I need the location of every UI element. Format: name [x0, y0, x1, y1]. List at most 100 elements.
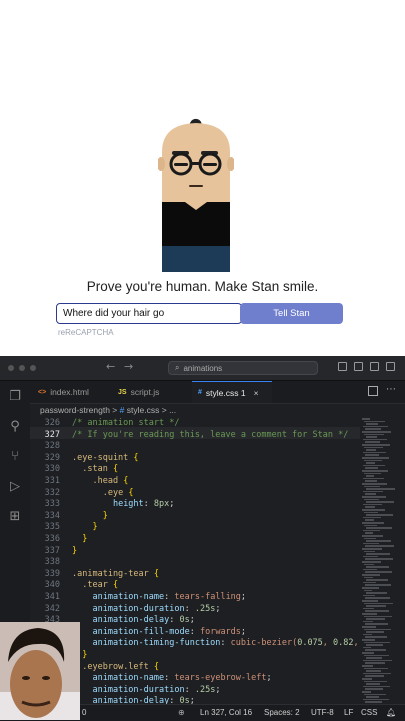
code-line[interactable]: 342 animation-duration: .25s;	[30, 604, 360, 616]
source-control-icon[interactable]: ⑂	[7, 449, 23, 465]
minimize-window-icon[interactable]	[19, 365, 25, 371]
minimap-line	[365, 571, 392, 573]
code-line[interactable]: 327 /* If you're reading this, leave a co…	[30, 430, 360, 442]
line-number: 342	[44, 603, 60, 614]
code-text: }	[92, 522, 98, 533]
code-line[interactable]: 340 .tear {	[30, 580, 360, 592]
language-mode[interactable]: CSS	[361, 708, 377, 717]
problems-count[interactable]: 0	[82, 708, 86, 717]
minimap-line	[362, 418, 370, 420]
minimap-line	[363, 594, 375, 597]
breadcrumb-more[interactable]: ...	[169, 405, 176, 415]
css-file-icon: #	[198, 389, 202, 396]
breadcrumb-file[interactable]: style.css	[127, 405, 160, 415]
back-arrow-icon[interactable]: ←	[106, 360, 115, 373]
minimap-line	[365, 545, 394, 547]
breadcrumb-folder[interactable]: password-strength	[40, 405, 110, 415]
tell-stan-button[interactable]: Tell Stan	[240, 303, 343, 324]
minimap-line	[366, 514, 393, 516]
code-line[interactable]: 331 .head {	[30, 476, 360, 488]
command-center-search[interactable]: ⌕ animations	[168, 361, 318, 375]
search-icon[interactable]: ⚲	[7, 419, 23, 435]
code-text: }	[82, 534, 88, 544]
code-line[interactable]: 326 /* animation start */	[30, 418, 360, 430]
customize-layout-icon[interactable]	[386, 362, 395, 371]
minimap-line	[364, 628, 391, 631]
code-text: animation-fill-mode: forwards;	[92, 626, 247, 637]
minimap-line	[366, 644, 383, 646]
minimap-line	[363, 529, 380, 532]
minimap-line	[365, 584, 391, 586]
line-ending[interactable]: LF	[344, 708, 353, 717]
more-actions-icon[interactable]: ⋯	[386, 384, 396, 395]
minimap-line	[364, 485, 380, 488]
code-line[interactable]: 328	[30, 441, 360, 453]
minimap-line	[365, 701, 382, 703]
code-line[interactable]: 337}	[30, 546, 360, 558]
tab-label: script.js	[130, 387, 160, 397]
maximize-window-icon[interactable]	[30, 365, 36, 371]
minimap-line	[366, 657, 382, 659]
minimap-line	[363, 542, 379, 545]
code-line[interactable]: 335 }	[30, 522, 360, 534]
line-number: 338	[44, 557, 60, 568]
tab-index-html[interactable]: <> index.html	[32, 381, 110, 403]
minimap-line	[362, 678, 372, 680]
minimap-line	[364, 459, 382, 462]
minimap-line	[362, 639, 375, 641]
code-line[interactable]: 338	[30, 557, 360, 569]
indentation[interactable]: Spaces: 2	[264, 708, 300, 717]
minimap[interactable]	[362, 418, 400, 708]
minimap-line	[362, 613, 377, 615]
minimap-line	[366, 670, 381, 672]
extensions-icon[interactable]: ⊞	[7, 509, 23, 525]
forward-arrow-icon[interactable]: →	[124, 360, 133, 373]
tab-script-js[interactable]: JS script.js	[112, 381, 190, 403]
tab-label: index.html	[50, 387, 89, 397]
split-editor-icon[interactable]	[368, 386, 378, 396]
title-bar: ← → ⌕ animations	[0, 356, 405, 381]
tab-style-css[interactable]: # style.css 1 ×	[192, 381, 272, 403]
code-text: .tear {	[82, 580, 119, 591]
close-window-icon[interactable]	[8, 365, 14, 371]
minimap-line	[365, 506, 375, 508]
line-number: 329	[44, 452, 60, 463]
code-line[interactable]: 336 }	[30, 534, 360, 546]
line-number: 332	[44, 487, 60, 498]
minimap-line	[364, 433, 384, 436]
minimap-line	[363, 555, 378, 558]
close-tab-icon[interactable]: ×	[254, 388, 259, 398]
minimap-line	[363, 607, 374, 610]
code-line[interactable]: 341 animation-name: tears-falling;	[30, 592, 360, 604]
code-line[interactable]: 332 .eye {	[30, 488, 360, 500]
captcha-answer-input[interactable]	[56, 303, 242, 324]
run-debug-icon[interactable]: ▷	[7, 479, 23, 495]
code-line[interactable]: 330 .stan {	[30, 464, 360, 476]
command-center-text: animations	[183, 363, 223, 373]
encoding[interactable]: UTF-8	[311, 708, 334, 717]
code-line[interactable]: 333 height: 8px;	[30, 499, 360, 511]
minimap-line	[364, 693, 386, 696]
code-line[interactable]: 329 .eye-squint {	[30, 453, 360, 465]
toggle-sidebar-icon[interactable]	[338, 362, 347, 371]
minimap-line	[364, 446, 383, 449]
minimap-line	[365, 519, 374, 521]
explorer-icon[interactable]: ❐	[7, 389, 23, 405]
breadcrumb-separator: >	[112, 405, 118, 415]
editor-tabs: <> index.html JS script.js # style.css 1…	[30, 381, 405, 404]
minimap-line	[362, 665, 373, 667]
zoom-icon[interactable]: ⊕	[178, 708, 185, 717]
toggle-panel-icon[interactable]	[354, 362, 363, 371]
code-text: }	[72, 545, 78, 556]
toggle-secondary-sidebar-icon[interactable]	[370, 362, 379, 371]
line-number: 340	[44, 580, 60, 591]
minimap-line	[366, 436, 377, 438]
minimap-line	[366, 475, 374, 477]
notifications-icon[interactable]: 🔔︎	[386, 708, 396, 717]
cursor-position[interactable]: Ln 327, Col 16	[200, 708, 252, 717]
minimap-line	[365, 441, 380, 443]
code-line[interactable]: 339 .animating-tear {	[30, 569, 360, 581]
code-line[interactable]: 334 }	[30, 511, 360, 523]
code-text: /* animation start */	[72, 418, 180, 428]
minimap-line	[366, 501, 394, 503]
